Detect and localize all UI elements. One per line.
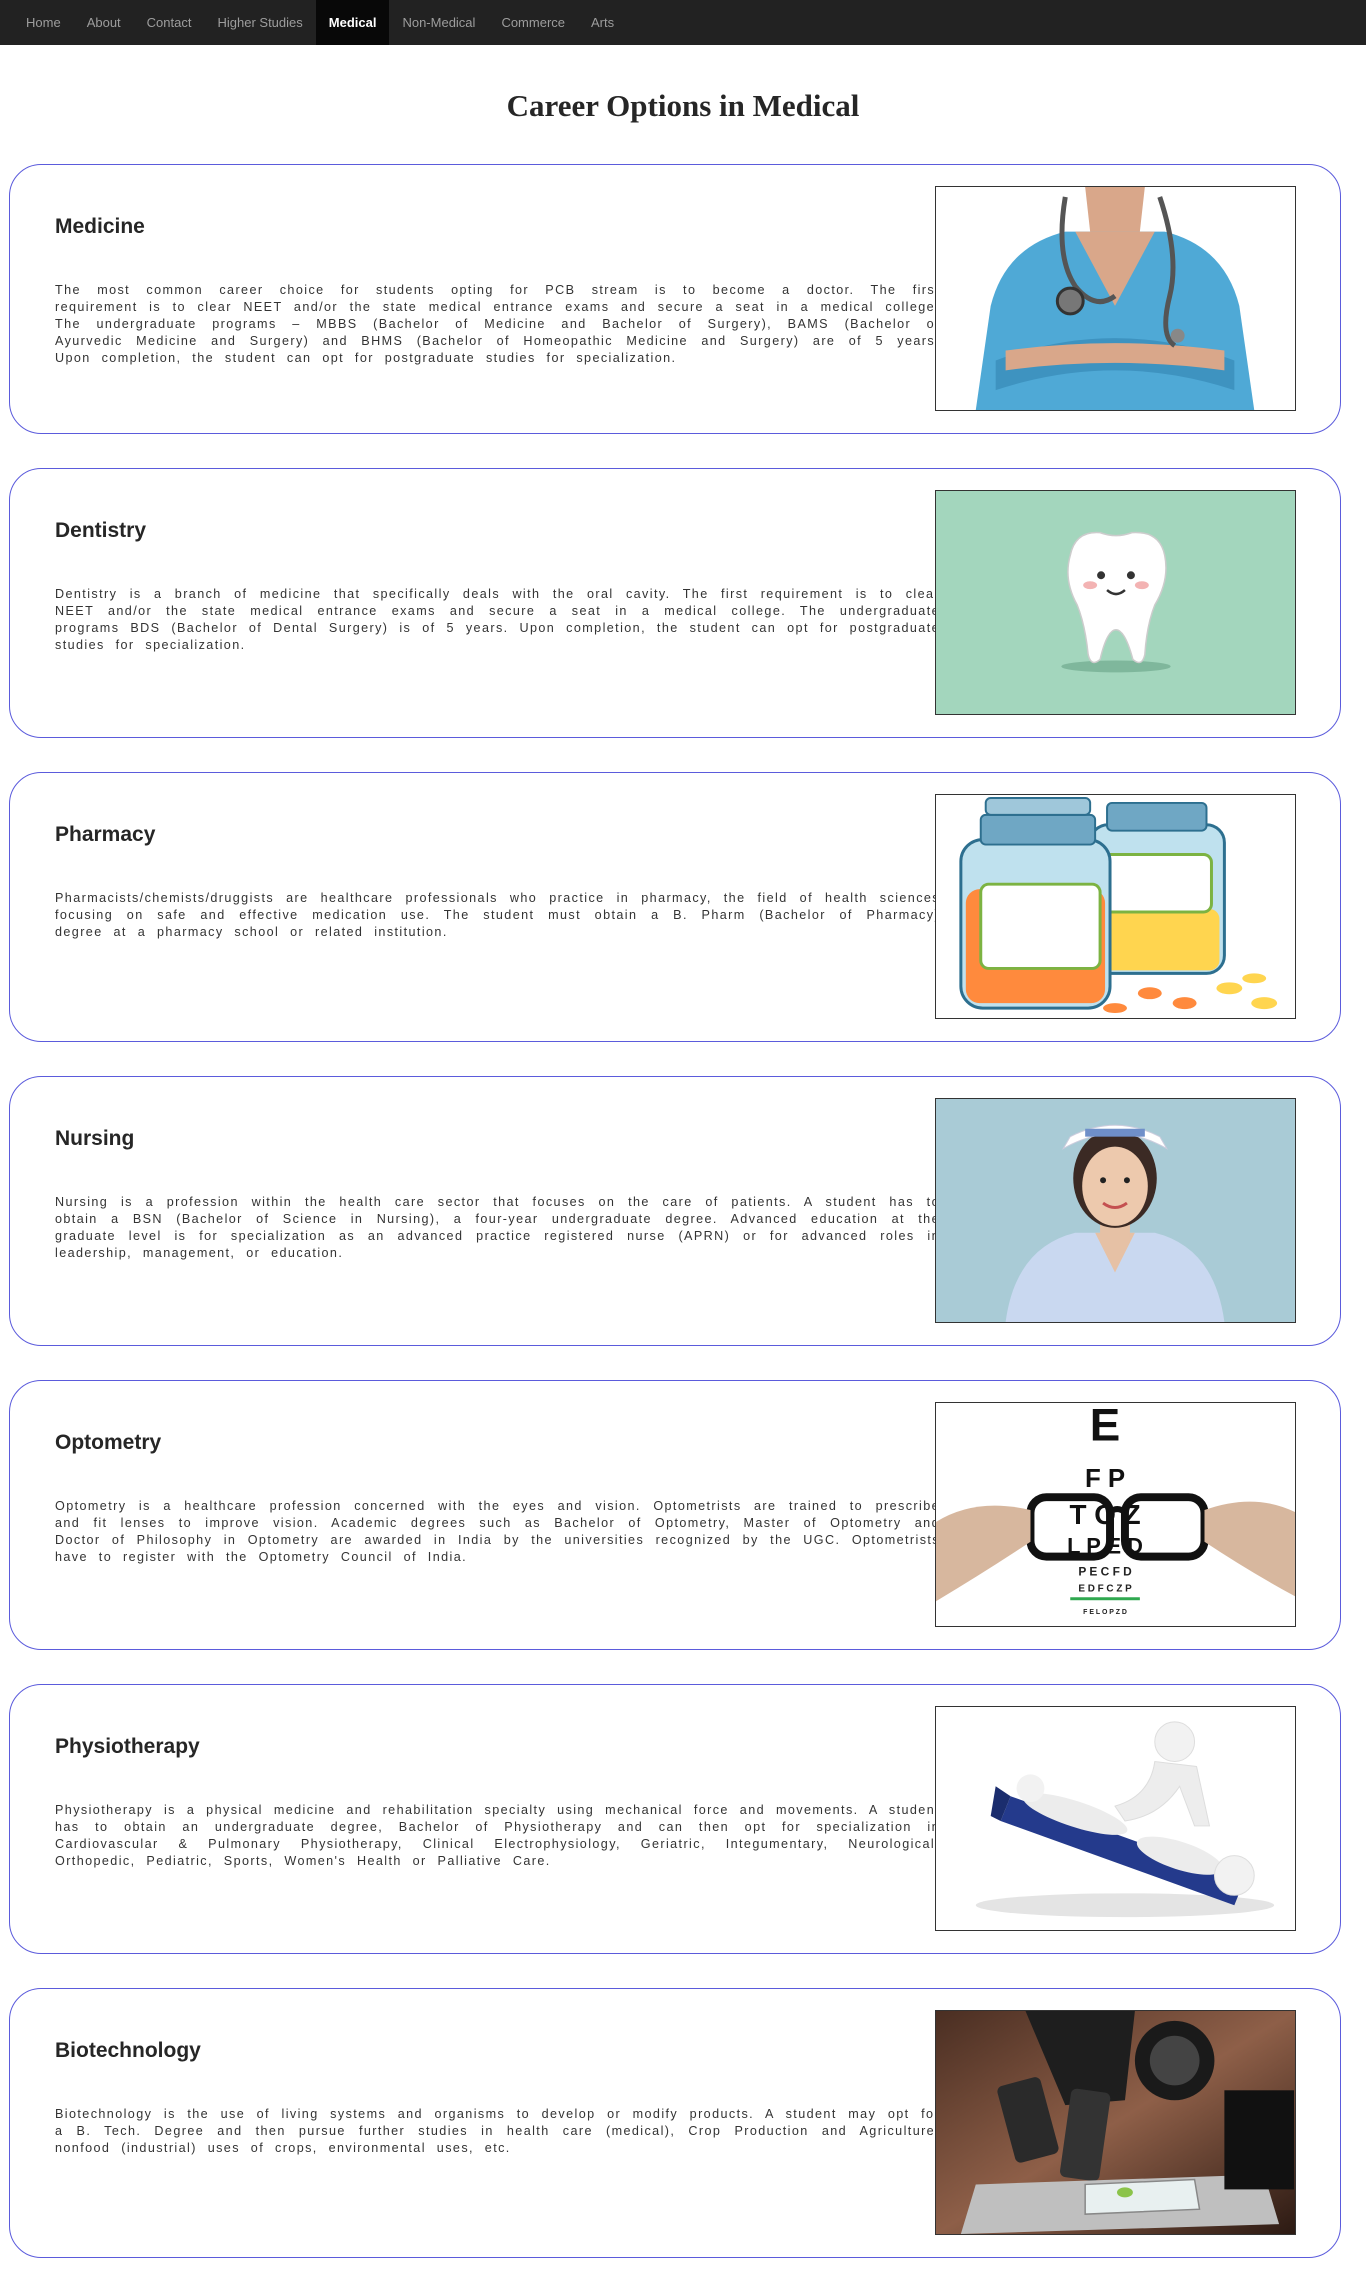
microscope-image xyxy=(935,2010,1296,2235)
top-navbar: Home About Contact Higher Studies Medica… xyxy=(0,0,1366,45)
nav-item-home[interactable]: Home xyxy=(13,0,74,45)
physiotherapy-image xyxy=(935,1706,1296,1931)
nav-item-commerce[interactable]: Commerce xyxy=(488,0,578,45)
nav-item-higher-studies[interactable]: Higher Studies xyxy=(204,0,315,45)
card-title: Pharmacy xyxy=(55,823,156,846)
eye-chart-row: E xyxy=(1090,1403,1121,1451)
card-title: Medicine xyxy=(55,215,145,238)
career-card-medicine: Medicine The most common career choice f… xyxy=(9,164,1341,434)
nav-item-about[interactable]: About xyxy=(74,0,134,45)
nav-item-arts[interactable]: Arts xyxy=(578,0,627,45)
eye-chart-row: F E L O P Z D xyxy=(1083,1609,1127,1616)
card-description: The most common career choice for studen… xyxy=(55,283,940,365)
card-title: Nursing xyxy=(55,1127,135,1150)
page-title: Career Options in Medical xyxy=(506,88,860,123)
card-description: Nursing is a profession within the healt… xyxy=(55,1195,940,1260)
eye-chart-image: E F P T O Z L P E D P E C F D E D F C Z … xyxy=(935,1402,1296,1627)
card-title: Physiotherapy xyxy=(55,1735,200,1758)
nav-item-contact[interactable]: Contact xyxy=(134,0,205,45)
doctor-image xyxy=(935,186,1296,411)
career-card-optometry: Optometry Optometry is a healthcare prof… xyxy=(9,1380,1341,1650)
nav-item-non-medical[interactable]: Non-Medical xyxy=(389,0,488,45)
eye-chart-row: P E C F D xyxy=(1078,1564,1132,1578)
card-description: Biotechnology is the use of living syste… xyxy=(55,2107,940,2155)
pill-bottles-image xyxy=(935,794,1296,1019)
career-card-physiotherapy: Physiotherapy Physiotherapy is a physica… xyxy=(9,1684,1341,1954)
card-title: Biotechnology xyxy=(55,2039,201,2062)
eye-chart-row: E D F C Z P xyxy=(1078,1583,1132,1594)
nurse-image xyxy=(935,1098,1296,1323)
nav-item-medical[interactable]: Medical xyxy=(315,0,390,45)
card-description: Optometry is a healthcare profession con… xyxy=(55,1499,940,1564)
tooth-image xyxy=(935,490,1296,715)
card-description: Dentistry is a branch of medicine that s… xyxy=(55,587,940,652)
card-title: Dentistry xyxy=(55,519,147,542)
career-card-dentistry: Dentistry Dentistry is a branch of medic… xyxy=(9,468,1341,738)
card-description: Pharmacists/chemists/druggists are healt… xyxy=(55,891,940,939)
card-description: Physiotherapy is a physical medicine and… xyxy=(55,1803,940,1868)
card-title: Optometry xyxy=(55,1431,162,1454)
career-card-nursing: Nursing Nursing is a profession within t… xyxy=(9,1076,1341,1346)
career-cards-list: Medicine The most common career choice f… xyxy=(9,164,1341,2292)
eye-chart-row: F P xyxy=(1085,1465,1125,1493)
career-card-pharmacy: Pharmacy Pharmacists/chemists/druggists … xyxy=(9,772,1341,1042)
career-card-biotechnology: Biotechnology Biotechnology is the use o… xyxy=(9,1988,1341,2258)
